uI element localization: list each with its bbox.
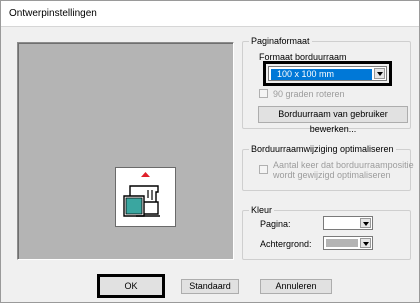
rotate-label: 90 graden roteren	[273, 89, 345, 99]
background-color-swatch	[326, 239, 358, 247]
ok-button[interactable]: OK	[97, 274, 165, 298]
page-format-legend: Paginaformaat	[249, 36, 312, 46]
page-color-swatch	[326, 219, 358, 227]
chevron-down-icon[interactable]	[360, 218, 371, 228]
design-preview-area	[17, 42, 234, 260]
hoop-size-value: 100 x 100 mm	[271, 69, 372, 80]
title-bar: Ontwerpinstellingen	[1, 1, 419, 27]
color-legend: Kleur	[249, 205, 275, 215]
chevron-down-icon[interactable]	[374, 68, 385, 79]
optimize-legend: Borduurraamwijziging optimaliseren	[249, 144, 396, 154]
hoop-size-label: Formaat borduurraam	[259, 52, 347, 61]
machine-drawing	[123, 185, 160, 217]
standard-button[interactable]: Standaard	[181, 279, 239, 294]
background-color-select[interactable]	[323, 236, 373, 250]
chevron-down-icon[interactable]	[360, 238, 371, 248]
optimize-label-line2: wordt gewijzigd optimaliseren	[273, 170, 391, 180]
hoop-size-select[interactable]: 100 x 100 mm	[268, 66, 387, 81]
rotate-checkbox[interactable]	[259, 89, 268, 98]
window-title: Ontwerpinstellingen	[9, 8, 97, 19]
page-color-select[interactable]	[323, 216, 373, 230]
up-arrow-icon	[141, 172, 150, 177]
dialog-window: Ontwerpinstellingen Paginaformaat Formaa…	[0, 0, 420, 303]
cancel-button[interactable]: Annuleren	[260, 279, 332, 294]
background-color-label: Achtergrond:	[260, 239, 312, 249]
optimize-checkbox[interactable]	[259, 165, 268, 174]
optimize-label-line1: Aantal keer dat borduurraampositie	[273, 160, 414, 170]
page-color-label: Pagina:	[260, 219, 291, 229]
embroidery-machine-icon	[115, 167, 176, 227]
edit-user-hoop-button[interactable]: Borduurraam van gebruiker bewerken...	[258, 106, 408, 134]
